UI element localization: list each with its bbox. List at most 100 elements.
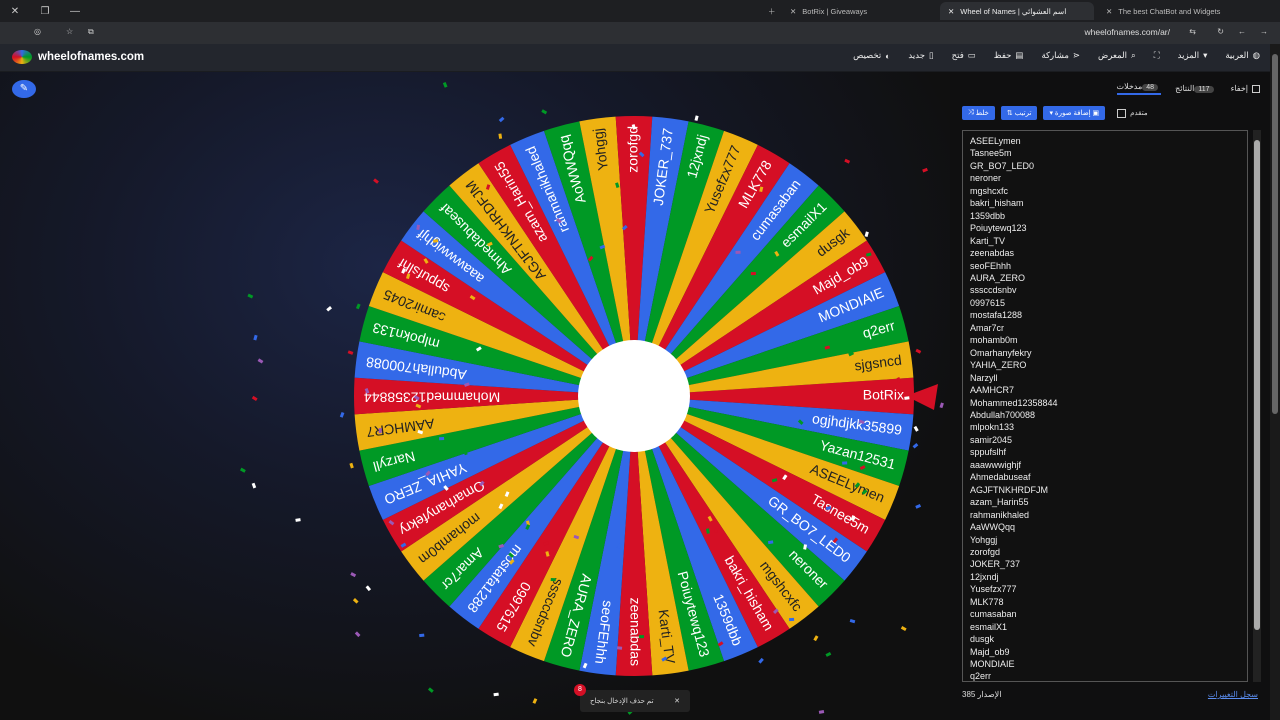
confetti-piece <box>915 503 922 509</box>
lens-icon[interactable]: ◎ <box>34 27 41 36</box>
menu-item-label: جديد <box>908 50 925 60</box>
globe-icon: ◍ <box>1252 50 1260 60</box>
app-header: wheelofnames.com ◍ العربية ▾ المزيد ⛶ ⌕ المعرض… <box>0 44 1280 72</box>
confetti-piece <box>419 633 425 638</box>
extension-icon[interactable]: ⧉ <box>88 27 94 37</box>
confetti-piece <box>247 293 254 299</box>
tab-results[interactable]: 117النتائج <box>1175 84 1217 93</box>
confetti-piece <box>758 657 764 664</box>
url-text[interactable]: wheelofnames.com/ar/ <box>1084 27 1170 37</box>
menu-item-4[interactable]: ⋖ مشاركة <box>1041 50 1080 61</box>
menu-item-8[interactable]: ◐ تخصيص <box>853 50 890 61</box>
settings-icon[interactable]: ⇆ <box>1189 27 1196 36</box>
confetti-piece <box>347 350 354 355</box>
confetti-piece <box>842 461 848 465</box>
menu-item-7[interactable]: ▯ جديد <box>908 50 933 61</box>
folder-icon: ▭ <box>967 50 976 60</box>
advanced-label: متقدم <box>1130 110 1148 117</box>
version-text: 385 الإصدار <box>962 690 1001 699</box>
tab-entries[interactable]: 48مدخلات <box>1116 82 1162 95</box>
confetti-piece <box>922 167 928 173</box>
close-tab-icon[interactable]: ✕ <box>1106 7 1112 16</box>
add-image-label: إضافة صورة <box>1054 110 1091 117</box>
menu-item-label: العربية <box>1225 50 1249 60</box>
menu-item-0[interactable]: ◍ العربية <box>1225 50 1260 61</box>
wheel-center[interactable] <box>578 340 690 452</box>
list-item: Abdullah700088 <box>970 409 1036 420</box>
forward-icon[interactable]: → <box>1260 27 1268 36</box>
brand[interactable]: wheelofnames.com <box>12 50 144 64</box>
wheel-segment-label: Mohammed12358844 <box>364 389 500 405</box>
page-scrollbar[interactable] <box>1270 44 1280 720</box>
confetti-piece <box>253 334 258 341</box>
menu-item-label: المعرض <box>1098 50 1127 60</box>
list-item: rahmanikhaled <box>970 509 1030 520</box>
entries-scrollbar[interactable] <box>1253 130 1261 682</box>
entries-textarea[interactable]: ASEELymen Tasnee5m GR_BO7_LED0 neroner mgshc… <box>962 130 1248 682</box>
confetti-piece <box>240 467 246 473</box>
wheel-segment-label: zeenabdas <box>627 597 643 666</box>
confetti-piece <box>354 631 361 638</box>
wheel-logo-icon <box>12 50 32 64</box>
new-tab-button[interactable]: ＋ <box>760 2 784 20</box>
hide-toggle[interactable]: إخفاء <box>1231 84 1260 93</box>
version-label: الإصدار <box>977 690 1002 699</box>
shuffle-button[interactable]: ⤨ خلط <box>962 106 995 120</box>
list-item: mgshcxfc <box>970 185 1009 196</box>
confetti-piece <box>257 358 264 364</box>
confetti-piece <box>251 395 258 402</box>
confetti-piece <box>251 482 257 489</box>
menu-item-6[interactable]: ▭ فتح <box>952 50 976 61</box>
close-window-icon[interactable]: ✕ <box>0 6 30 17</box>
confetti-piece <box>818 710 825 714</box>
menu-item-3[interactable]: ⌕ المعرض <box>1098 50 1136 61</box>
wheel-canvas[interactable]: BotRixogjhdjkk35899Yazan12531ASEELymenTa… <box>0 72 950 720</box>
back-icon[interactable]: ← <box>1238 27 1246 36</box>
browser-tab-wheel[interactable]: ✕ Wheel of Names | اسم العشوائي <box>940 2 1094 20</box>
confetti-piece <box>350 572 357 578</box>
hide-label: إخفاء <box>1230 84 1248 93</box>
confetti-piece <box>498 116 505 123</box>
list-item: Majd_ob9 <box>970 646 1010 657</box>
page-scroll-thumb[interactable] <box>1272 54 1278 414</box>
palette-icon: ◐ <box>885 50 891 61</box>
list-item: Amar7cr <box>970 322 1005 333</box>
star-icon[interactable]: ☆ <box>66 27 73 36</box>
entries-panel: إخفاء 117النتائج 48مدخلات ⤨ خلط ⇅ ترتيب … <box>950 72 1280 720</box>
entries-label: مدخلات <box>1116 82 1143 91</box>
confetti-piece <box>939 402 944 409</box>
sort-button[interactable]: ⇅ ترتيب <box>1000 106 1038 120</box>
entries-toolbar: ⤨ خلط ⇅ ترتيب ▾ إضافة صورة ▣ متقدم <box>962 106 1148 120</box>
confetti-piece <box>735 250 741 254</box>
toast-count-badge: 8 <box>574 684 586 696</box>
tab-label: Wheel of Names | اسم العشوائي <box>960 6 1067 16</box>
scroll-thumb[interactable] <box>1254 140 1260 630</box>
restore-window-icon[interactable]: ❐ <box>30 6 60 17</box>
browser-tab-chatbot[interactable]: ✕ The best ChatBot and Widgets <box>1098 2 1248 20</box>
minimize-window-icon[interactable]: — <box>60 6 90 17</box>
confetti-piece <box>913 425 919 432</box>
list-item: AaWWQqq <box>970 522 1016 533</box>
reload-icon[interactable]: ↻ <box>1217 27 1224 36</box>
browser-tab-botrix[interactable]: ✕ BotRix | Giveaways <box>782 2 920 20</box>
menu-item-5[interactable]: ▤ حفظ <box>994 50 1024 61</box>
confetti-piece <box>493 692 499 697</box>
changelog-link[interactable]: سجل التغييرات <box>1208 690 1258 699</box>
chevron-down-icon: ▾ <box>1203 50 1208 60</box>
add-image-button[interactable]: ▾ إضافة صورة ▣ <box>1043 106 1106 120</box>
menu-item-1[interactable]: ▾ المزيد <box>1178 50 1208 61</box>
menu-item-label: فتح <box>951 50 964 60</box>
checkbox-icon <box>1252 84 1260 93</box>
close-tab-icon[interactable]: ✕ <box>790 7 796 16</box>
list-item: MONDIAIE <box>970 659 1015 670</box>
results-count: 117 <box>1194 86 1214 93</box>
menu-item-2[interactable]: ⛶ <box>1154 50 1160 61</box>
entries-count: 48 <box>1142 84 1159 91</box>
confetti-piece <box>352 598 359 604</box>
advanced-toggle[interactable]: متقدم <box>1117 108 1148 118</box>
confetti-piece <box>813 635 819 642</box>
confetti-piece <box>638 635 645 639</box>
confetti-piece <box>694 115 699 121</box>
close-tab-icon[interactable]: ✕ <box>948 7 954 16</box>
close-icon[interactable]: ✕ <box>674 697 680 705</box>
